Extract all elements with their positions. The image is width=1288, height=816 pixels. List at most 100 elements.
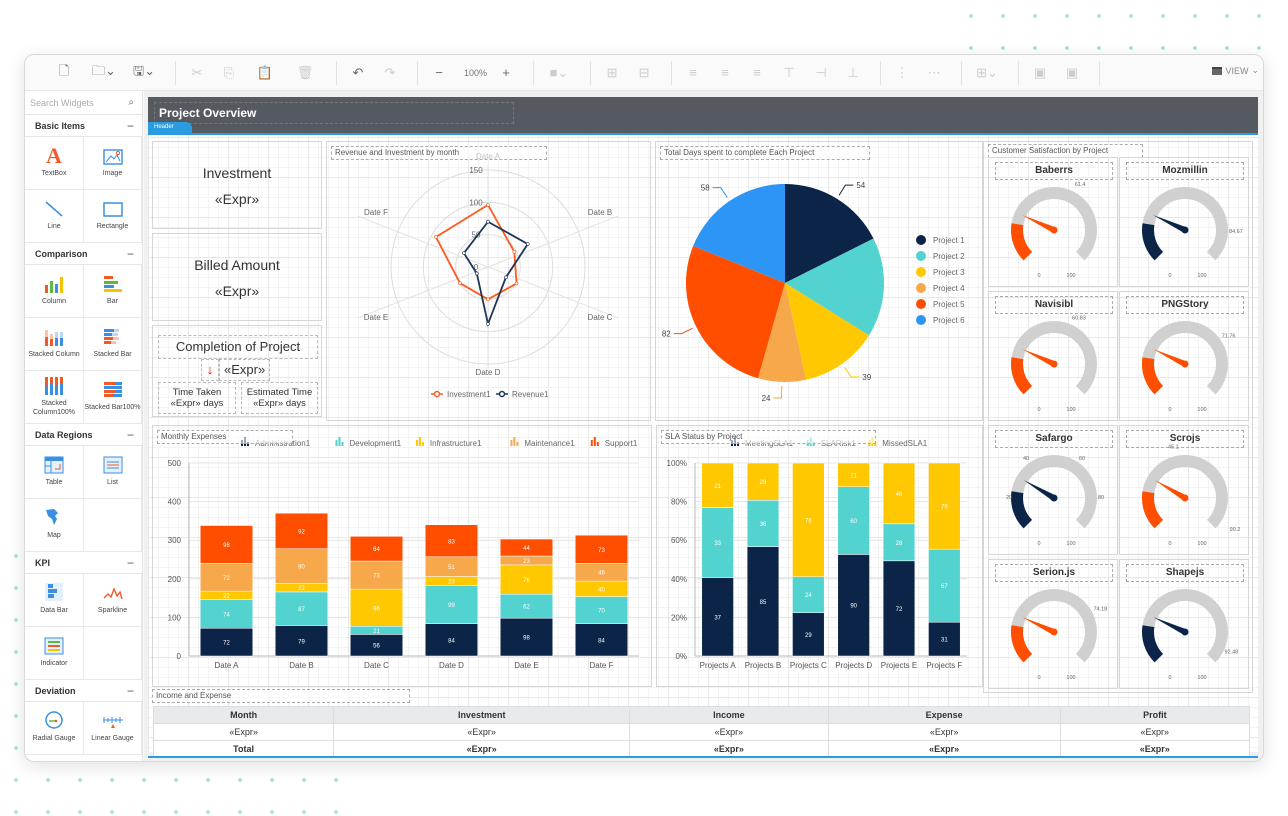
radar-point[interactable] (462, 251, 466, 255)
widget-rectangle[interactable]: Rectangle (84, 190, 142, 243)
radar-point[interactable] (486, 219, 490, 224)
legend-label[interactable]: Project 4 (933, 284, 965, 293)
legend-item[interactable]: Infrastructure1 (415, 437, 482, 448)
time-taken-box: Time Taken «Expr» days (158, 382, 236, 414)
table-row[interactable]: «Expr» «Expr» «Expr» «Expr» «Expr» (152, 723, 1251, 741)
sla-chart-widget[interactable]: SLA Status by Project 0% 20% 40% 60% 80% 100%… (656, 425, 983, 687)
collapse-icon[interactable]: − (127, 556, 134, 570)
widget-data-bar[interactable]: Data Bar (25, 574, 84, 627)
column-header-income[interactable]: Income (629, 706, 829, 724)
undo-icon[interactable]: ↶ (345, 60, 371, 86)
widget-search[interactable]: Search Widgets ⌕ (25, 91, 142, 115)
legend-item[interactable]: Support1 (590, 437, 638, 448)
column-header-investment[interactable]: Investment (333, 706, 631, 724)
column-header-expense[interactable]: Expense (827, 706, 1061, 724)
total-cell[interactable]: «Expr» (629, 740, 829, 758)
pie-chart-widget[interactable]: Total Days spent to complete Each Projec… (655, 141, 983, 421)
gauge-serion-js[interactable]: Serion.js 0 100 74.18 (988, 559, 1118, 689)
total-cell[interactable]: Total (152, 740, 335, 758)
radar-chart-widget[interactable]: Revenue and Investment by month Date ADa… (326, 141, 651, 421)
radar-series-investment1[interactable] (434, 203, 518, 301)
widget-table[interactable]: Table (25, 446, 84, 499)
radar-point[interactable] (474, 271, 479, 276)
widget-image[interactable]: Image (84, 137, 142, 190)
view-button[interactable]: VIEW ⌄ (1212, 65, 1259, 76)
total-cell[interactable]: «Expr» (333, 740, 631, 758)
collapse-icon[interactable]: − (127, 247, 134, 261)
widget-stacked-column[interactable]: Stacked Column (25, 318, 84, 371)
legend-item[interactable]: Development1 (335, 437, 402, 448)
table-cell[interactable]: «Expr» (152, 723, 335, 741)
widget-stacked-bar100[interactable]: Stacked Bar100% (84, 371, 142, 424)
radar-point[interactable] (458, 281, 462, 285)
legend-label[interactable]: Project 3 (933, 268, 965, 277)
collapse-icon[interactable]: − (127, 684, 134, 698)
widget-radial-gauge[interactable]: Radial Gauge (25, 702, 84, 755)
widget-stacked-bar[interactable]: Stacked Bar (84, 318, 142, 371)
radar-point[interactable] (514, 281, 519, 286)
widget-category-kpi[interactable]: KPI − (25, 552, 142, 574)
widget-indicator[interactable]: Indicator (25, 627, 84, 680)
gauge-safargo[interactable]: Safargo 0 100 20 40 60 80 (988, 425, 1118, 555)
table-cell[interactable]: «Expr» (629, 723, 829, 741)
report-title[interactable]: Project Overview (154, 102, 514, 124)
legend-label[interactable]: Project 1 (933, 236, 965, 245)
radar-point[interactable] (486, 203, 490, 207)
legend-item[interactable]: Maintenance1 (510, 437, 575, 448)
billed-amount-kpi[interactable]: Billed Amount «Expr» (152, 233, 322, 321)
search-icon[interactable]: ⌕ (128, 97, 134, 108)
widget-category-data-regions[interactable]: Data Regions − (25, 424, 142, 446)
income-expense-table[interactable]: Month Investment Income Expense Profit «Expr… (152, 706, 1251, 758)
widget-category-basic-items[interactable]: Basic Items − (25, 115, 142, 137)
widget-linear-gauge[interactable]: Linear Gauge (84, 702, 142, 755)
table-cell[interactable]: «Expr» (1059, 723, 1251, 741)
header-tab[interactable]: Header (148, 122, 192, 134)
legend-label[interactable]: Project 5 (933, 300, 965, 309)
widget-sparkline[interactable]: Sparkline (84, 574, 142, 627)
gauge-scrojs[interactable]: Scrojs 0 100 45.1 90.2 (1119, 425, 1249, 555)
zoom-in-button[interactable]: + (493, 60, 519, 86)
legend-item[interactable]: MissedSLA1 (868, 437, 928, 448)
widget-textbox[interactable]: A TextBox (25, 137, 84, 190)
radar-point[interactable] (504, 275, 508, 280)
table-cell[interactable]: «Expr» (827, 723, 1061, 741)
radar-point[interactable] (512, 250, 517, 254)
widget-column[interactable]: Column (25, 265, 84, 318)
gauge-panel[interactable]: Customer Satisfaction by Project Baberrs… (983, 141, 1253, 693)
open-folder-icon[interactable]: 🗀⌄ (87, 60, 121, 86)
collapse-icon[interactable]: − (127, 428, 134, 442)
gauge-navisibl[interactable]: Navisibl 0 100 60.83 (988, 291, 1118, 421)
gauge-pngstory[interactable]: PNGStory 0 100 71.76 (1119, 291, 1249, 421)
radar-point[interactable] (525, 242, 530, 246)
widget-category-comparison[interactable]: Comparison − (25, 243, 142, 265)
widget-list[interactable]: List (84, 446, 142, 499)
gauge-shapejs[interactable]: Shapejs 0 100 92.48 (1119, 559, 1249, 689)
column-header-profit[interactable]: Profit (1059, 706, 1251, 724)
completion-kpi[interactable]: Completion of Project ↓ «Expr» Time Taken… (152, 325, 322, 417)
radar-point[interactable] (486, 297, 490, 302)
widget-map[interactable]: Map (25, 499, 84, 552)
widget-bar[interactable]: Bar (84, 265, 142, 318)
total-cell[interactable]: «Expr» (827, 740, 1061, 758)
widget-line[interactable]: Line (25, 190, 84, 243)
zoom-level[interactable]: 100% (464, 68, 487, 78)
search-input[interactable]: Search Widgets (30, 98, 94, 108)
table-cell[interactable]: «Expr» (333, 723, 631, 741)
legend-label[interactable]: Project 6 (933, 316, 965, 325)
gauge-baberrs[interactable]: Baberrs 0 100 61.4 (988, 157, 1118, 287)
table-total-row[interactable]: Total «Expr» «Expr» «Expr» «Expr» (152, 740, 1251, 758)
save-icon[interactable]: 🖫⌄ (127, 60, 161, 86)
column-header-month[interactable]: Month (152, 706, 335, 724)
total-cell[interactable]: «Expr» (1059, 740, 1251, 758)
widget-category-deviation[interactable]: Deviation − (25, 680, 142, 702)
monthly-expenses-widget[interactable]: Monthly Expenses 0 100 200 300 400 500 72 74 22 7… (152, 425, 652, 687)
radar-point[interactable] (434, 235, 438, 239)
zoom-out-button[interactable]: − (426, 60, 452, 86)
radar-point[interactable] (486, 322, 490, 326)
legend-label[interactable]: Project 2 (933, 252, 965, 261)
gauge-mozmillin[interactable]: Mozmillin 0 100 84.67 (1119, 157, 1249, 287)
collapse-icon[interactable]: − (127, 119, 134, 133)
investment-kpi[interactable]: Investment «Expr» (152, 141, 322, 229)
widget-stacked-column100[interactable]: Stacked Column100% (25, 371, 84, 424)
new-file-icon[interactable]: 🗋 (47, 60, 81, 86)
